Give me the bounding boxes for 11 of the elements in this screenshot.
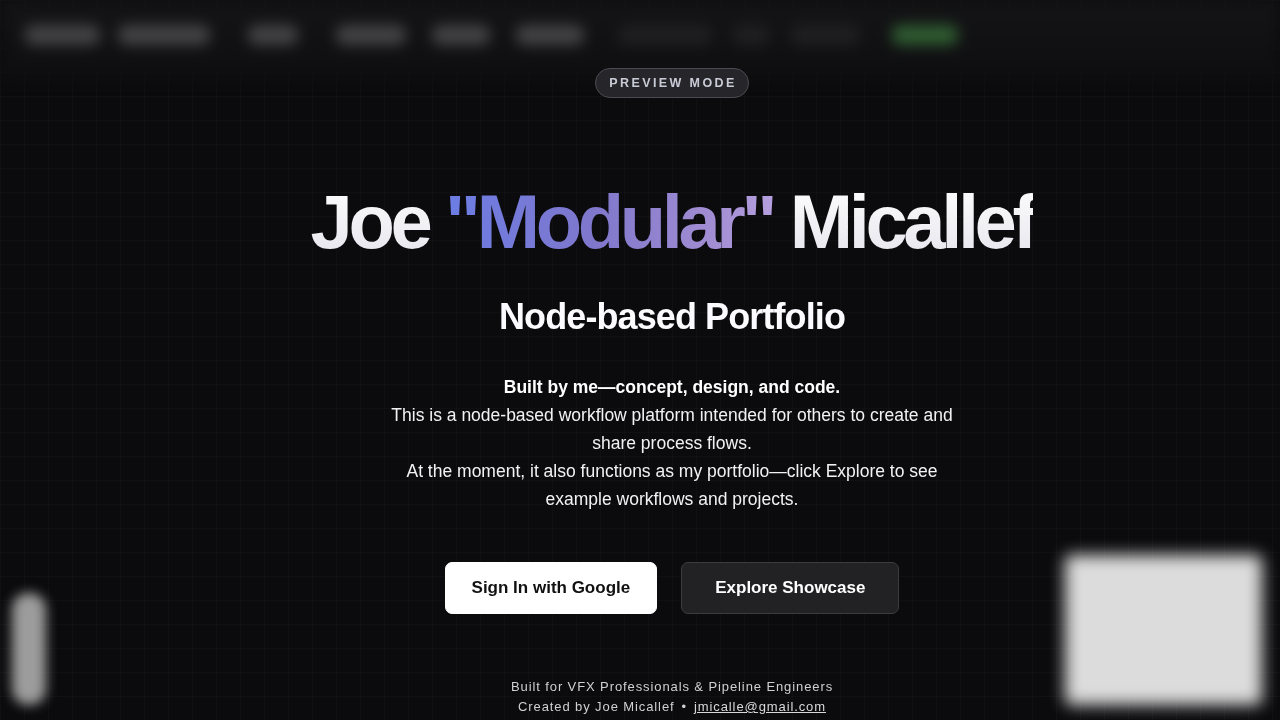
email-link[interactable]: jmicalle@gmail.com [694,697,826,717]
preview-mode-badge: PREVIEW MODE [595,68,749,98]
intro-paragraph: This is a node-based workflow platform intended for others to create and share process flows. [390,404,954,455]
separator-dot: • [681,698,687,716]
intro-lead: Built by me—concept, design, and code. [503,376,841,399]
footer-tagline: Built for VFX Professionals & Pipeline Engineers [510,678,834,696]
explore-showcase-button[interactable]: Explore Showcase [681,562,900,614]
footer-credit: Created by Joe Micallef [518,698,675,716]
intro-paragraph: At the moment, it also functions as my portfolio—click Explore to see example workflows and projects. [405,460,939,511]
hero-subtitle: Node-based Portfolio [499,295,845,338]
google-sign-in-button[interactable]: Sign In with Google [444,562,658,614]
